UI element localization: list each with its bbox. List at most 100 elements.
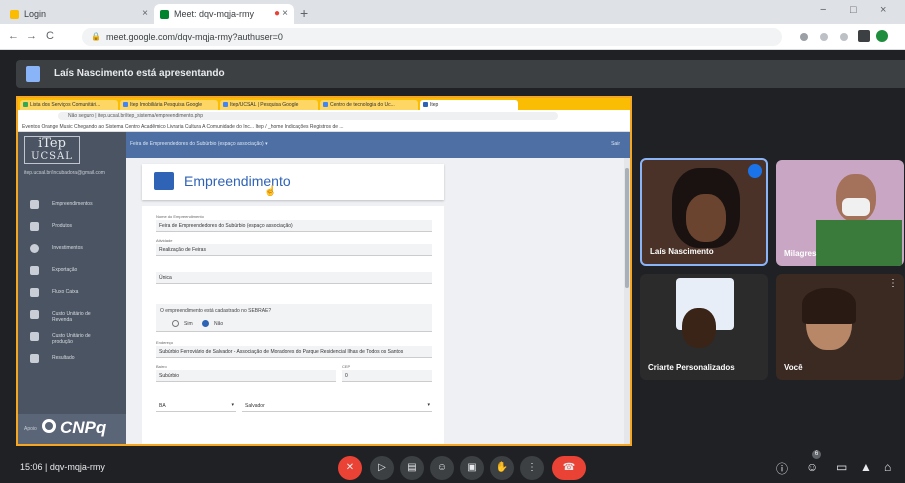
extension-icon[interactable] xyxy=(800,33,808,41)
close-icon[interactable]: × xyxy=(142,8,148,19)
page-title-card: Empreendimento ☝ xyxy=(142,164,444,200)
app-logout: Sair xyxy=(611,141,620,147)
app-topbar: Feira de Empreendedores do Subúrbio (esp… xyxy=(126,132,630,158)
shared-tab: Itep/UCSAL | Pesquisa Google xyxy=(220,100,318,110)
info-icon[interactable]: ⓘ xyxy=(776,460,788,477)
participant-tile[interactable]: Laís Nascimento xyxy=(640,158,768,266)
close-window-button[interactable]: × xyxy=(880,4,886,16)
meeting-time: 15:06 | dqv-mqja-rmy xyxy=(20,462,105,472)
reload-button[interactable]: C xyxy=(46,30,54,42)
app-topbar-title: Feira de Empreendedores do Subúrbio (esp… xyxy=(130,141,268,147)
menu-label: Exportação xyxy=(52,267,78,273)
yellow-tab-icon xyxy=(10,10,19,19)
menu-label: Custo Unitário de Revenda xyxy=(52,311,91,323)
logo-line1: iTep xyxy=(38,136,66,151)
apoio-label: Apoio xyxy=(24,426,37,432)
menu-item-resultado: Resultado xyxy=(18,348,126,370)
scroll-thumb xyxy=(625,168,629,288)
shared-address-bar: Não seguro | itep.ucsal.br/itep_sistema/… xyxy=(18,110,630,121)
minimize-button[interactable]: − xyxy=(820,4,826,16)
shared-tab: Centro de tecnologia do Uc... xyxy=(320,100,418,110)
menu-item-custo-producao: Custo Unitário de produção xyxy=(18,326,126,348)
tab-icon xyxy=(323,102,328,107)
chat-icon[interactable]: ▭ xyxy=(836,460,847,474)
host-controls-icon[interactable]: ⌂ xyxy=(884,460,891,474)
forward-button[interactable]: → xyxy=(26,30,37,42)
tab-login[interactable]: Login × xyxy=(4,4,154,24)
star-icon[interactable] xyxy=(840,33,848,41)
mic-off-button[interactable]: ✕ xyxy=(338,456,362,480)
participant-name: Criarte Personalizados xyxy=(648,363,735,372)
empreendimento-form: Nome do Empreendimento Feira de Empreend… xyxy=(142,206,444,444)
radio-no-label: Não xyxy=(214,321,224,327)
menu-item-fluxo-caixa: Fluxo Caixa xyxy=(18,282,126,304)
shared-tab-label: Itep Imobiliária Pesquisa Google xyxy=(130,102,202,108)
shared-screen: Lista dos Serviços Comunitári... Itep Im… xyxy=(16,96,632,446)
store-icon xyxy=(154,172,174,190)
present-button[interactable]: ▣ xyxy=(460,456,484,480)
sidebar-icon[interactable] xyxy=(858,30,870,42)
camera-button[interactable]: ▷ xyxy=(370,456,394,480)
hand-cursor-icon: ☝ xyxy=(264,186,277,197)
app-menu: Empreendimentos Produtos Investimentos E… xyxy=(18,194,126,370)
shared-tab-label: Lista dos Serviços Comunitári... xyxy=(30,102,101,108)
more-options-icon[interactable]: ⋮ xyxy=(888,278,898,289)
presenter-avatar xyxy=(26,66,40,82)
cnpq-footer: Apoio CNPq xyxy=(18,414,126,444)
recording-dot-icon: ● xyxy=(273,8,280,19)
speaking-indicator-icon xyxy=(748,164,762,178)
raise-hand-button[interactable]: ✋ xyxy=(490,456,514,480)
maximize-button[interactable]: □ xyxy=(850,4,857,16)
captions-button[interactable]: ▤ xyxy=(400,456,424,480)
menu-item-investimentos: Investimentos xyxy=(18,238,126,260)
close-icon[interactable]: × xyxy=(282,8,288,19)
trend-icon xyxy=(30,332,39,341)
building-icon xyxy=(30,200,39,209)
participant-name: Milagres xyxy=(784,249,817,258)
chevron-down-icon: ▾ xyxy=(427,402,430,408)
profile-avatar[interactable] xyxy=(876,30,888,42)
participant-tile[interactable]: Milagres xyxy=(776,160,904,266)
cnpq-logo: CNPq xyxy=(60,418,107,437)
new-tab-button[interactable]: + xyxy=(300,5,308,21)
back-button[interactable]: ← xyxy=(8,30,19,42)
app-main: Empreendimento ☝ Nome do Empreendimento … xyxy=(126,158,630,444)
bairro-field: Subúrbio xyxy=(156,370,336,382)
more-options-button[interactable]: ⋮ xyxy=(520,456,544,480)
shared-tabstrip: Lista dos Serviços Comunitári... Itep Im… xyxy=(18,98,630,110)
menu-item-empreendimentos: Empreendimentos xyxy=(18,194,126,216)
emoji-button[interactable]: ☺ xyxy=(430,456,454,480)
shared-bookmarks: Eventos Orange Music Chegando ao Sistema… xyxy=(18,121,630,132)
people-icon[interactable]: ☺ xyxy=(806,460,818,474)
uf-select: BA ▾ xyxy=(156,400,236,412)
tab-meet[interactable]: Meet: dqv-mqja-rmy ● × xyxy=(154,4,294,24)
participant-tile[interactable]: Criarte Personalizados xyxy=(640,274,768,380)
dollar-icon xyxy=(30,244,39,253)
logo-line2: UCSAL xyxy=(31,151,73,162)
meeting-code: dqv-mqja-rmy xyxy=(49,462,105,472)
menu-item-custo-revenda: Custo Unitário de Revenda xyxy=(18,304,126,326)
type-field: Única xyxy=(156,272,432,284)
face-mask xyxy=(842,198,870,216)
meet-stage: Laís Nascimento está apresentando Lista … xyxy=(0,50,905,483)
activity-field: Realização de Feiras xyxy=(156,244,432,256)
tab-label: Meet: dqv-mqja-rmy xyxy=(174,9,255,19)
lock-icon: 🔒 xyxy=(91,32,101,41)
participant-name: Laís Nascimento xyxy=(650,247,714,256)
tab-icon xyxy=(23,102,28,107)
tab-icon xyxy=(123,102,128,107)
share-icon[interactable] xyxy=(820,33,828,41)
presenter-banner: Laís Nascimento está apresentando xyxy=(16,60,905,88)
tag-icon xyxy=(30,222,39,231)
shared-tab-label: Itep xyxy=(430,102,439,108)
end-call-button[interactable]: ☎ xyxy=(552,456,586,480)
city-select: Salvador ▾ xyxy=(242,400,432,412)
shared-tab: Lista dos Serviços Comunitári... xyxy=(20,100,118,110)
activities-icon[interactable]: ▲ xyxy=(860,460,872,474)
name-field: Feira de Empreendedores do Subúrbio (esp… xyxy=(156,220,432,232)
clock-time: 15:06 xyxy=(20,462,43,472)
url-input[interactable]: 🔒 meet.google.com/dqv-mqja-rmy?authuser=… xyxy=(82,28,782,46)
result-icon xyxy=(30,354,39,363)
participant-tile-self[interactable]: ⋮ Você xyxy=(776,274,904,380)
shared-tab-label: Itep/UCSAL | Pesquisa Google xyxy=(230,102,299,108)
